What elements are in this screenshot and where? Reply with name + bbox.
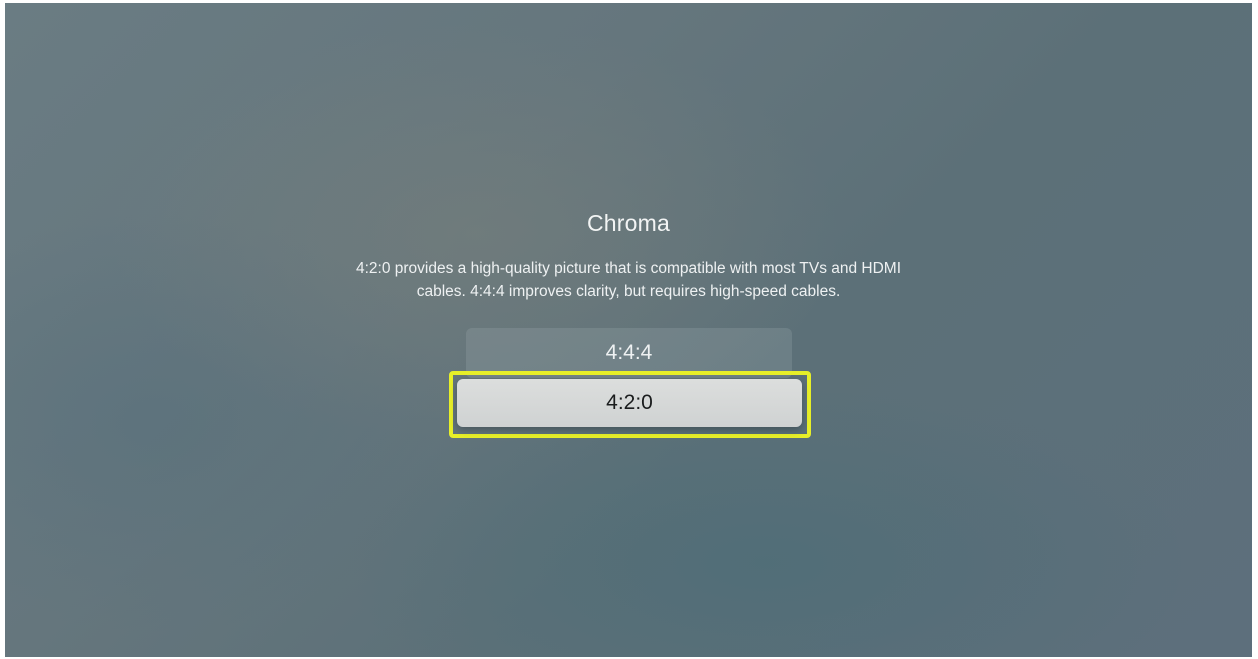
page-title: Chroma — [586, 210, 670, 236]
option-444-label: 4:4:4 — [605, 341, 653, 364]
settings-screen: Chroma 4:2:0 provides a high-quality pic… — [5, 3, 1252, 657]
option-420[interactable]: 4:2:0 — [457, 379, 802, 427]
description-line-1: 4:2:0 provides a high-quality picture th… — [355, 260, 902, 277]
option-420-label: 4:2:0 — [606, 391, 653, 414]
description-line-2: cables. 4:4:4 improves clarity, but requ… — [416, 283, 841, 300]
description: 4:2:0 provides a high-quality picture th… — [265, 257, 992, 303]
